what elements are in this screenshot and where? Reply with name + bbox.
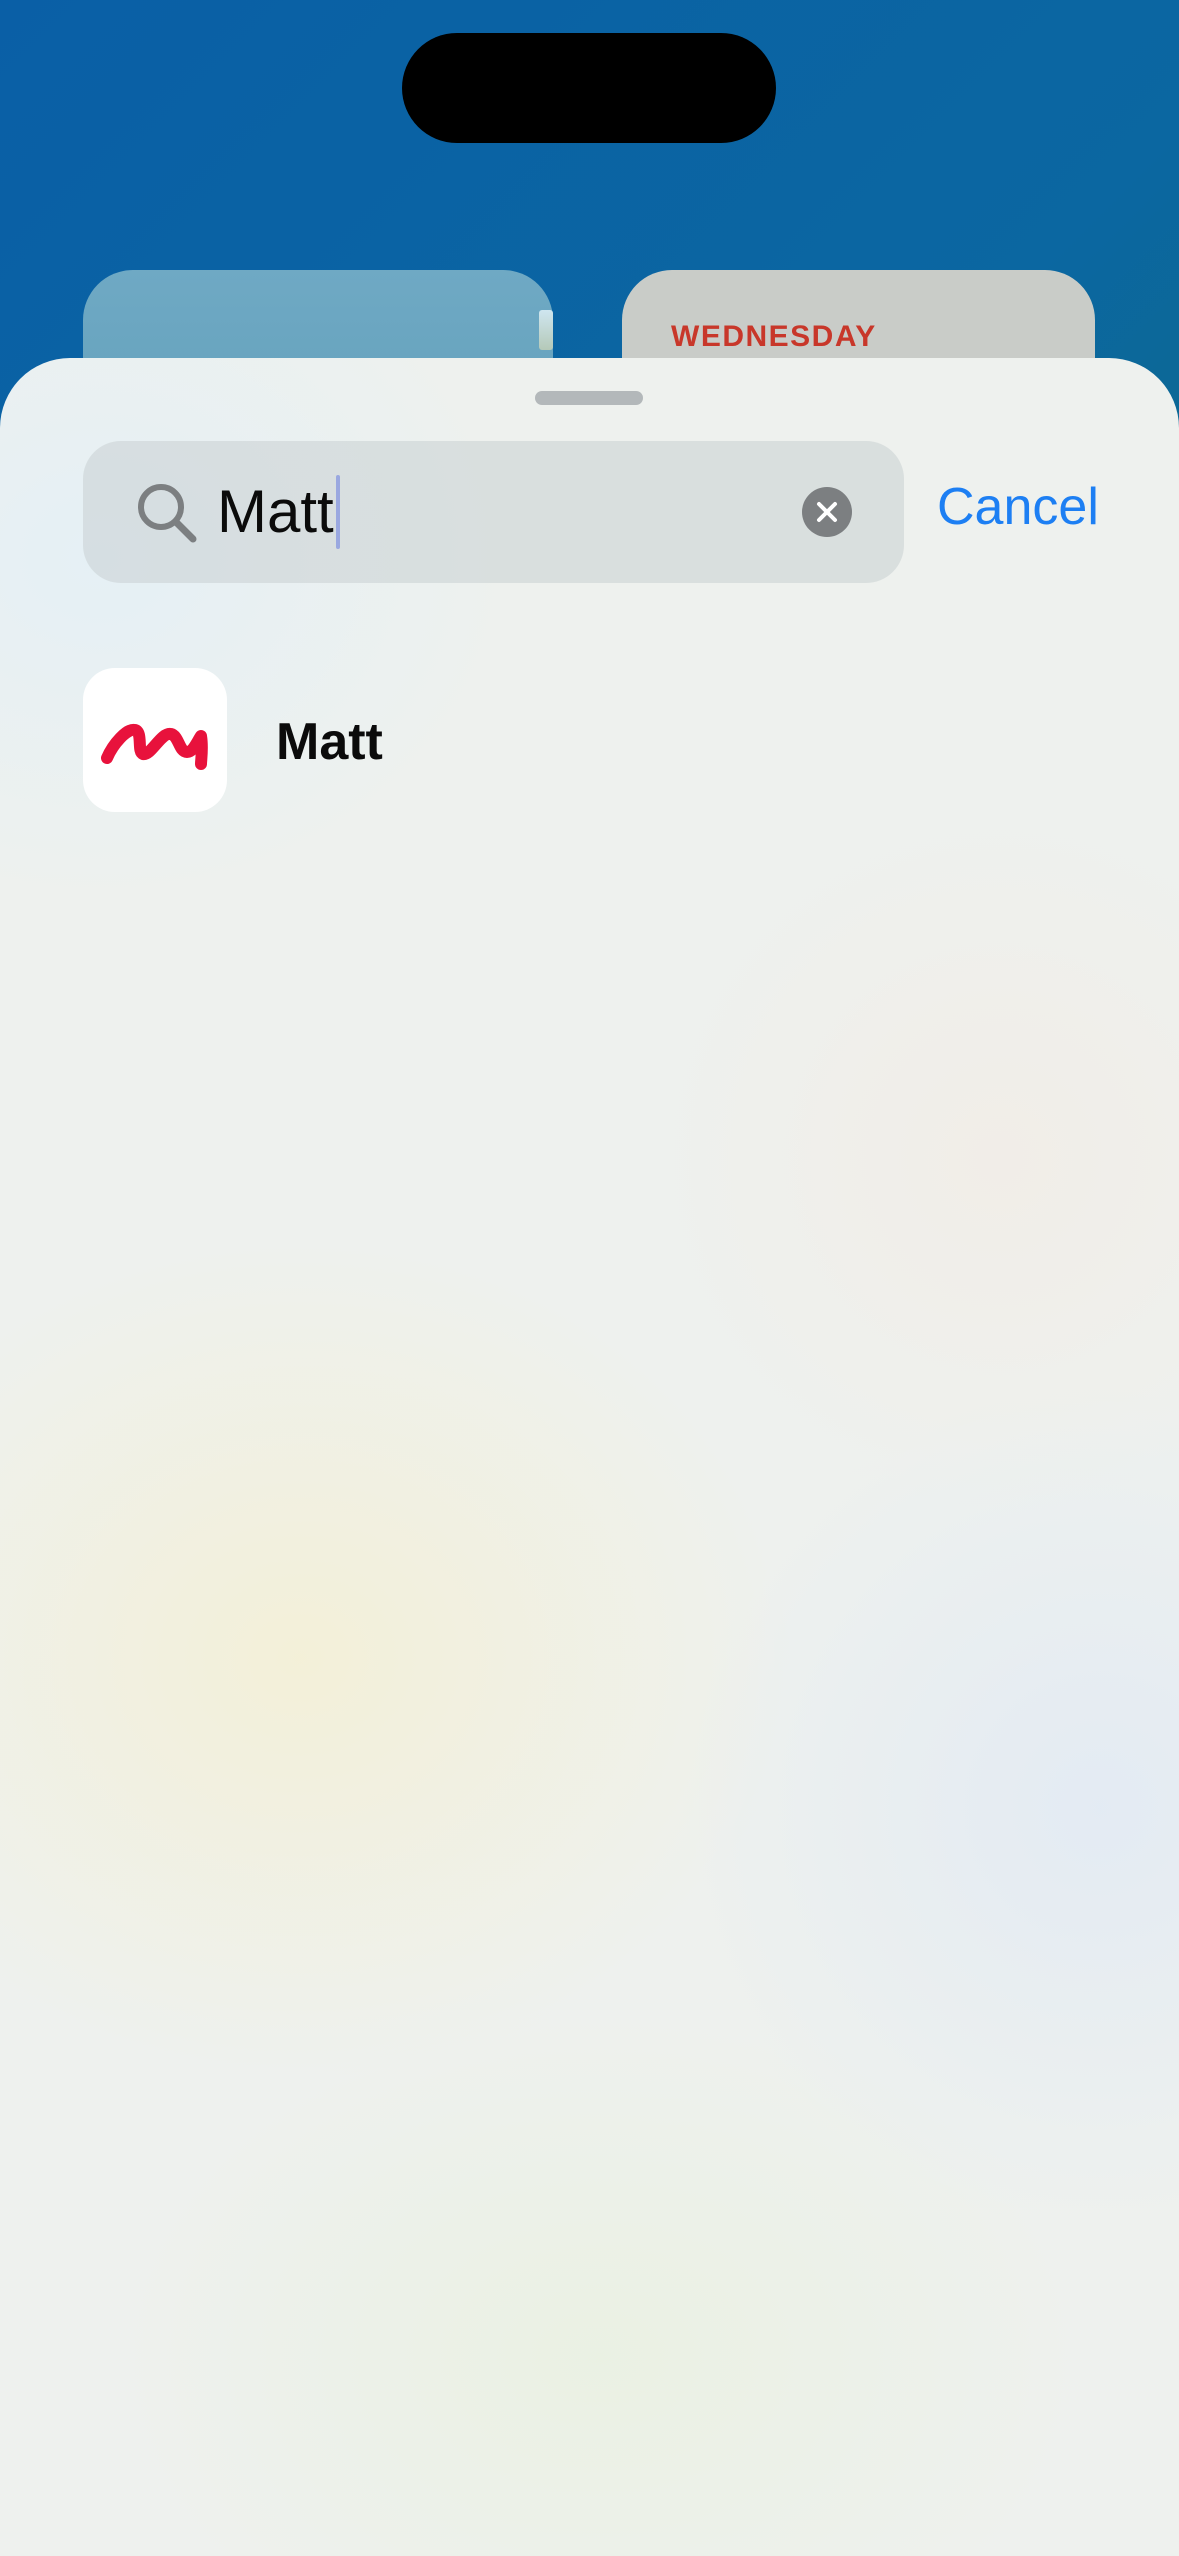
clear-search-button[interactable]: [802, 487, 852, 537]
home-screen: WEDNESDAY Matt Cancel Matt: [0, 0, 1179, 2556]
app-name-label: Matt: [276, 713, 383, 771]
sheet-grabber[interactable]: [535, 391, 643, 405]
search-field[interactable]: Matt: [83, 441, 904, 583]
calendar-day-label: WEDNESDAY: [671, 320, 877, 353]
handwritten-m-icon: [101, 723, 208, 770]
close-icon: [817, 502, 837, 522]
app-icon[interactable]: [83, 668, 227, 812]
search-icon: [138, 484, 197, 543]
search-sheet: Matt Cancel Matt: [0, 358, 1179, 2556]
widget-decoration: [539, 310, 553, 350]
cancel-button[interactable]: Cancel: [937, 476, 1099, 538]
search-result-item[interactable]: Matt: [83, 668, 1096, 814]
dynamic-island: [402, 33, 776, 143]
search-input[interactable]: Matt: [217, 477, 334, 547]
text-caret: [336, 475, 340, 549]
